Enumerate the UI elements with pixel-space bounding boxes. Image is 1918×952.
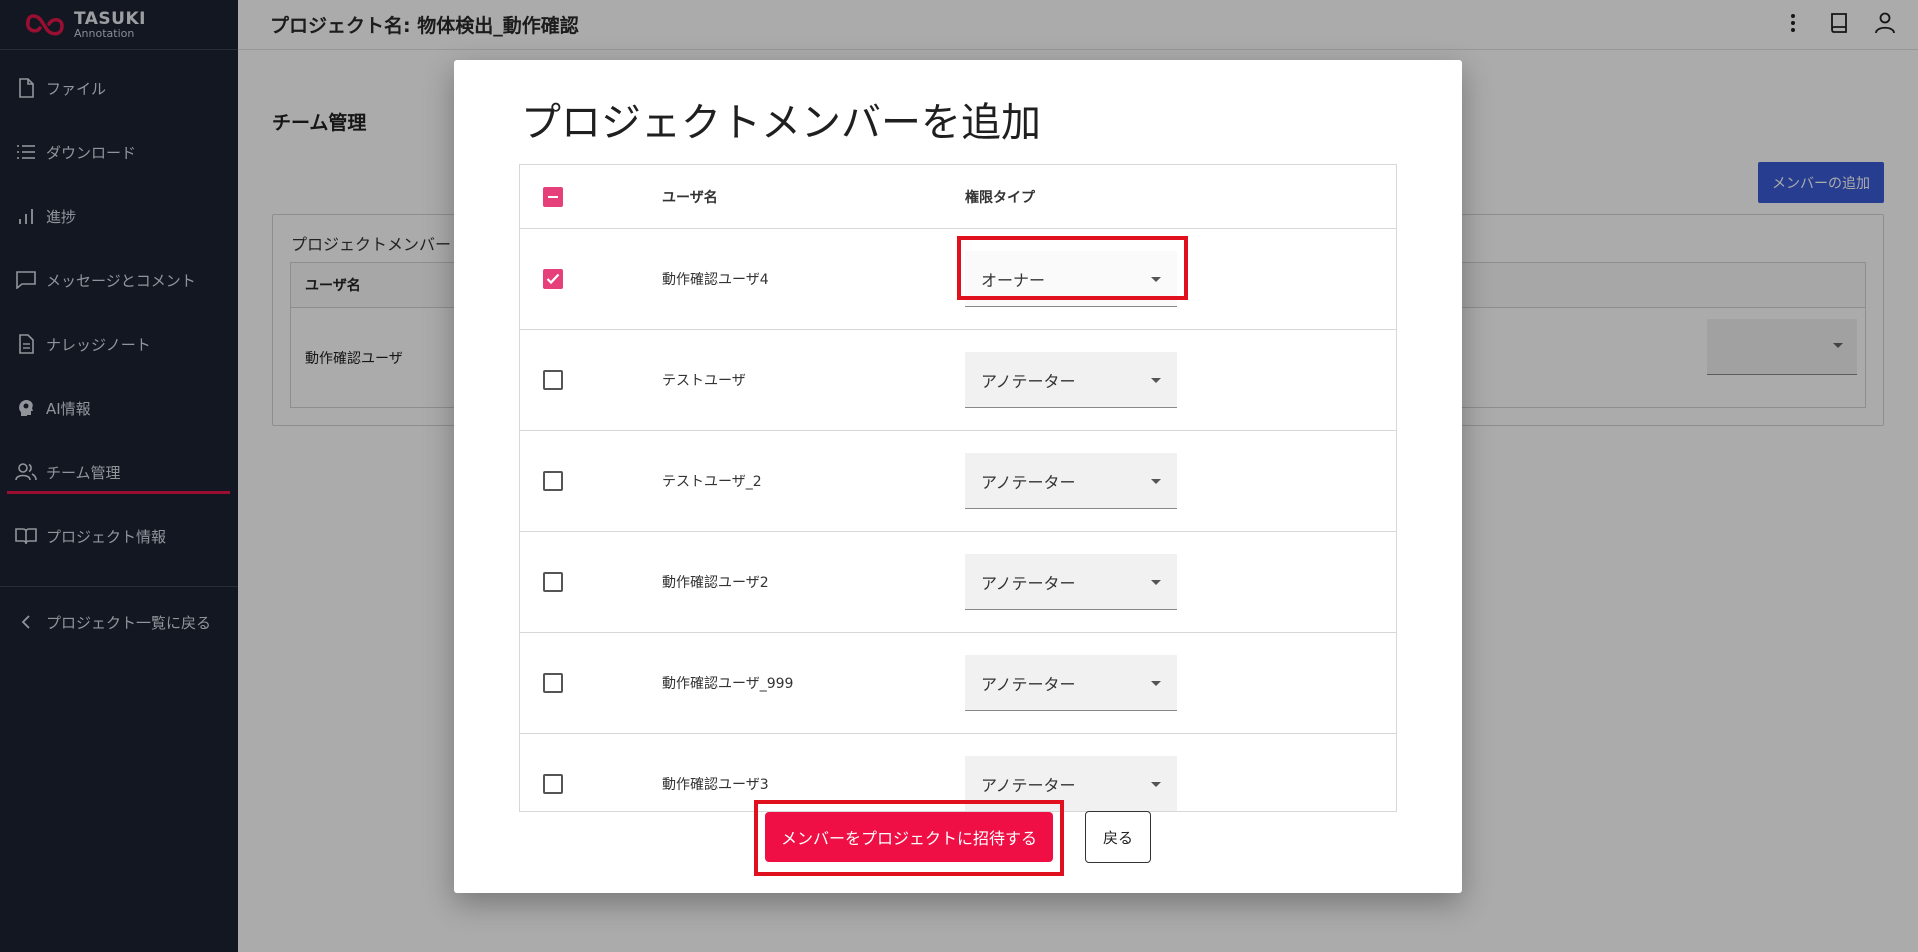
row-checkbox[interactable] [543, 774, 563, 794]
row-checkbox[interactable] [543, 370, 563, 390]
role-select[interactable]: オーナー [965, 251, 1177, 307]
role-select-value: アノテーター [981, 775, 1076, 795]
row-checkbox[interactable] [543, 572, 563, 592]
select-all-checkbox[interactable] [543, 187, 563, 207]
role-select[interactable]: アノテーター [965, 756, 1177, 811]
dropdown-arrow-icon [1151, 681, 1161, 686]
column-header-role: 権限タイプ [965, 190, 1035, 206]
table-row: 動作確認ユーザ2 アノテーター [520, 532, 1396, 633]
role-select[interactable]: アノテーター [965, 554, 1177, 610]
user-name: 動作確認ユーザ2 [662, 575, 769, 591]
user-name: 動作確認ユーザ_999 [662, 676, 794, 692]
back-button[interactable]: 戻る [1085, 811, 1151, 863]
column-header-user: ユーザ名 [662, 190, 718, 206]
table-row: 動作確認ユーザ4 オーナー [520, 229, 1396, 330]
dropdown-arrow-icon [1151, 479, 1161, 484]
role-select[interactable]: アノテーター [965, 352, 1177, 408]
role-select[interactable]: アノテーター [965, 655, 1177, 711]
table-row: テストユーザ アノテーター [520, 330, 1396, 431]
role-select-value: アノテーター [981, 472, 1076, 492]
role-select-value: オーナー [981, 270, 1046, 290]
role-select-value: アノテーター [981, 674, 1076, 694]
checkmark-icon [546, 273, 560, 285]
row-checkbox[interactable] [543, 673, 563, 693]
dialog-title: プロジェクトメンバーを追加 [521, 100, 1041, 146]
row-checkbox[interactable] [543, 269, 563, 289]
table-row: テストユーザ_2 アノテーター [520, 431, 1396, 532]
role-select-value: アノテーター [981, 371, 1076, 391]
dropdown-arrow-icon [1151, 580, 1161, 585]
dropdown-arrow-icon [1151, 782, 1161, 787]
dropdown-arrow-icon [1151, 378, 1161, 383]
role-select[interactable]: アノテーター [965, 453, 1177, 509]
role-select-value: アノテーター [981, 573, 1076, 593]
table-row: 動作確認ユーザ3 アノテーター [520, 734, 1396, 811]
user-name: 動作確認ユーザ4 [662, 272, 769, 288]
user-name: テストユーザ [662, 373, 746, 389]
user-name: 動作確認ユーザ3 [662, 777, 769, 793]
member-select-table: ユーザ名 権限タイプ 動作確認ユーザ4 オーナー テストユーザ アノテーター テ… [519, 164, 1397, 812]
dropdown-arrow-icon [1151, 277, 1161, 282]
add-project-member-dialog: プロジェクトメンバーを追加 ユーザ名 権限タイプ 動作確認ユーザ4 オーナー テ… [454, 60, 1462, 893]
table-row: 動作確認ユーザ_999 アノテーター [520, 633, 1396, 734]
user-name: テストユーザ_2 [662, 474, 762, 490]
row-checkbox[interactable] [543, 471, 563, 491]
invite-members-button[interactable]: メンバーをプロジェクトに招待する [765, 812, 1053, 862]
table-header: ユーザ名 権限タイプ [520, 165, 1396, 229]
